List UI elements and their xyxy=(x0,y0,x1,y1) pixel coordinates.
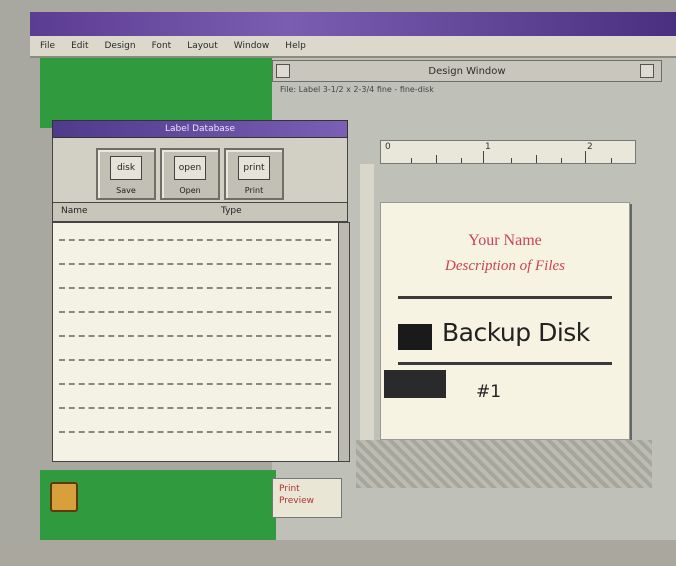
ruler-number: 2 xyxy=(587,142,593,152)
list-item[interactable] xyxy=(59,383,331,386)
program-icon[interactable] xyxy=(50,482,78,512)
note-line: Preview xyxy=(279,496,315,506)
list-item[interactable] xyxy=(59,407,331,410)
list-item[interactable] xyxy=(59,239,331,242)
disk-icon: disk xyxy=(110,156,142,180)
label-divider[interactable] xyxy=(398,362,612,365)
toolbar-label: Open xyxy=(179,186,201,195)
list-item[interactable] xyxy=(59,359,331,362)
list-body[interactable] xyxy=(52,222,340,462)
outer-window-titlebar xyxy=(30,12,676,36)
list-item[interactable] xyxy=(59,263,331,266)
list-header: Name Type xyxy=(52,202,348,222)
label-name-text[interactable]: Your Name xyxy=(380,232,630,250)
desktop-background xyxy=(40,58,272,128)
open-icon: open xyxy=(174,156,206,180)
design-window-titlebar[interactable]: Design Window xyxy=(272,60,662,82)
open-button[interactable]: open Open xyxy=(160,148,220,200)
desktop-pattern xyxy=(356,440,652,488)
print-preview-note[interactable]: Print Preview xyxy=(272,478,342,518)
horizontal-ruler: 0 1 2 xyxy=(380,140,636,164)
label-description-text[interactable]: Description of Files xyxy=(380,258,630,275)
column-header-name[interactable]: Name xyxy=(61,206,88,216)
menu-window[interactable]: Window xyxy=(234,41,270,51)
toolbar-label: Print xyxy=(244,186,264,195)
design-status-line: File: Label 3-1/2 x 2-3/4 fine - fine-di… xyxy=(280,85,434,94)
list-item[interactable] xyxy=(59,311,331,314)
vertical-scrollbar[interactable] xyxy=(338,222,350,462)
menu-layout[interactable]: Layout xyxy=(187,41,218,51)
print-icon: print xyxy=(238,156,270,180)
menu-help[interactable]: Help xyxy=(285,41,306,51)
list-item[interactable] xyxy=(59,287,331,290)
label-number-box[interactable] xyxy=(384,370,446,398)
label-number-text[interactable]: #1 xyxy=(476,382,501,402)
list-item[interactable] xyxy=(59,431,331,434)
menu-font[interactable]: Font xyxy=(152,41,172,51)
label-backup-text[interactable]: Backup Disk xyxy=(442,318,590,347)
ruler-number: 0 xyxy=(385,142,391,152)
menu-edit[interactable]: Edit xyxy=(71,41,88,51)
taskbar xyxy=(0,540,676,566)
note-line: Print xyxy=(279,484,300,494)
toolbar-label: Save xyxy=(116,186,136,195)
menu-file[interactable]: File xyxy=(40,41,55,51)
print-button[interactable]: print Print xyxy=(224,148,284,200)
maximize-button[interactable] xyxy=(640,64,654,78)
floppy-disk-icon[interactable] xyxy=(398,324,432,350)
save-button[interactable]: disk Save xyxy=(96,148,156,200)
label-divider[interactable] xyxy=(398,296,612,299)
menu-bar: File Edit Design Font Layout Window Help xyxy=(30,36,676,58)
menu-design[interactable]: Design xyxy=(105,41,136,51)
vertical-ruler xyxy=(360,164,374,444)
list-item[interactable] xyxy=(59,335,331,338)
ruler-number: 1 xyxy=(485,142,491,152)
window-control-menu-button[interactable] xyxy=(276,64,290,78)
column-header-type[interactable]: Type xyxy=(221,206,242,216)
list-window-title: Label Database xyxy=(164,124,236,134)
